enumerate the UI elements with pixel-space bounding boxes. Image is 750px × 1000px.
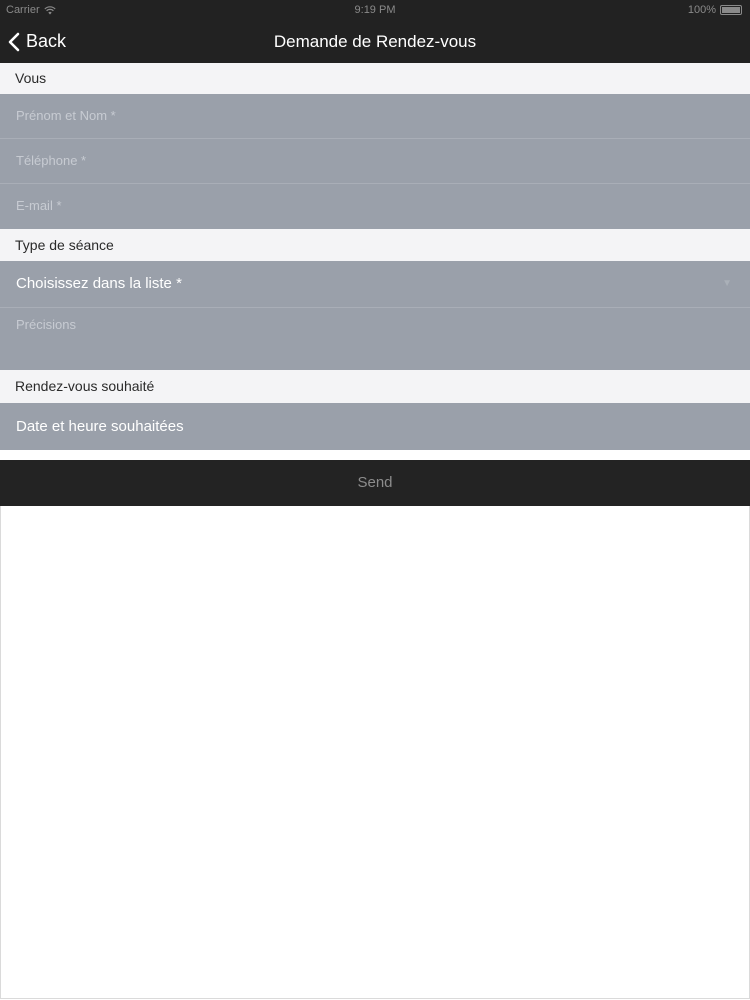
battery-icon — [720, 5, 742, 15]
page-title: Demande de Rendez-vous — [273, 32, 477, 51]
section-header-vous: Vous — [0, 63, 750, 94]
session-type-select[interactable]: Choisissez dans la liste * ▼ — [0, 261, 750, 308]
datetime-field[interactable]: Date et heure souhaitées — [0, 403, 750, 450]
details-field[interactable]: Précisions — [0, 308, 750, 370]
send-button[interactable]: Send — [0, 460, 750, 506]
session-type-value: Choisissez dans la liste * — [16, 275, 182, 292]
navigation-bar: Back Demande de Rendez-vous — [0, 20, 750, 63]
status-bar: Carrier 9:19 PM 100% — [0, 0, 750, 20]
battery-percent: 100% — [687, 4, 716, 16]
section-header-session-type: Type de séance — [0, 229, 750, 261]
phone-field[interactable]: Téléphone * — [0, 139, 750, 184]
section-header-appointment: Rendez-vous souhaité — [0, 370, 750, 403]
name-field[interactable]: Prénom et Nom * — [0, 94, 750, 139]
chevron-down-icon: ▼ — [722, 278, 732, 289]
empty-content-area — [0, 506, 750, 999]
email-field[interactable]: E-mail * — [0, 184, 750, 229]
status-time: 9:19 PM — [354, 4, 396, 16]
battery-info: 100% — [688, 4, 742, 16]
